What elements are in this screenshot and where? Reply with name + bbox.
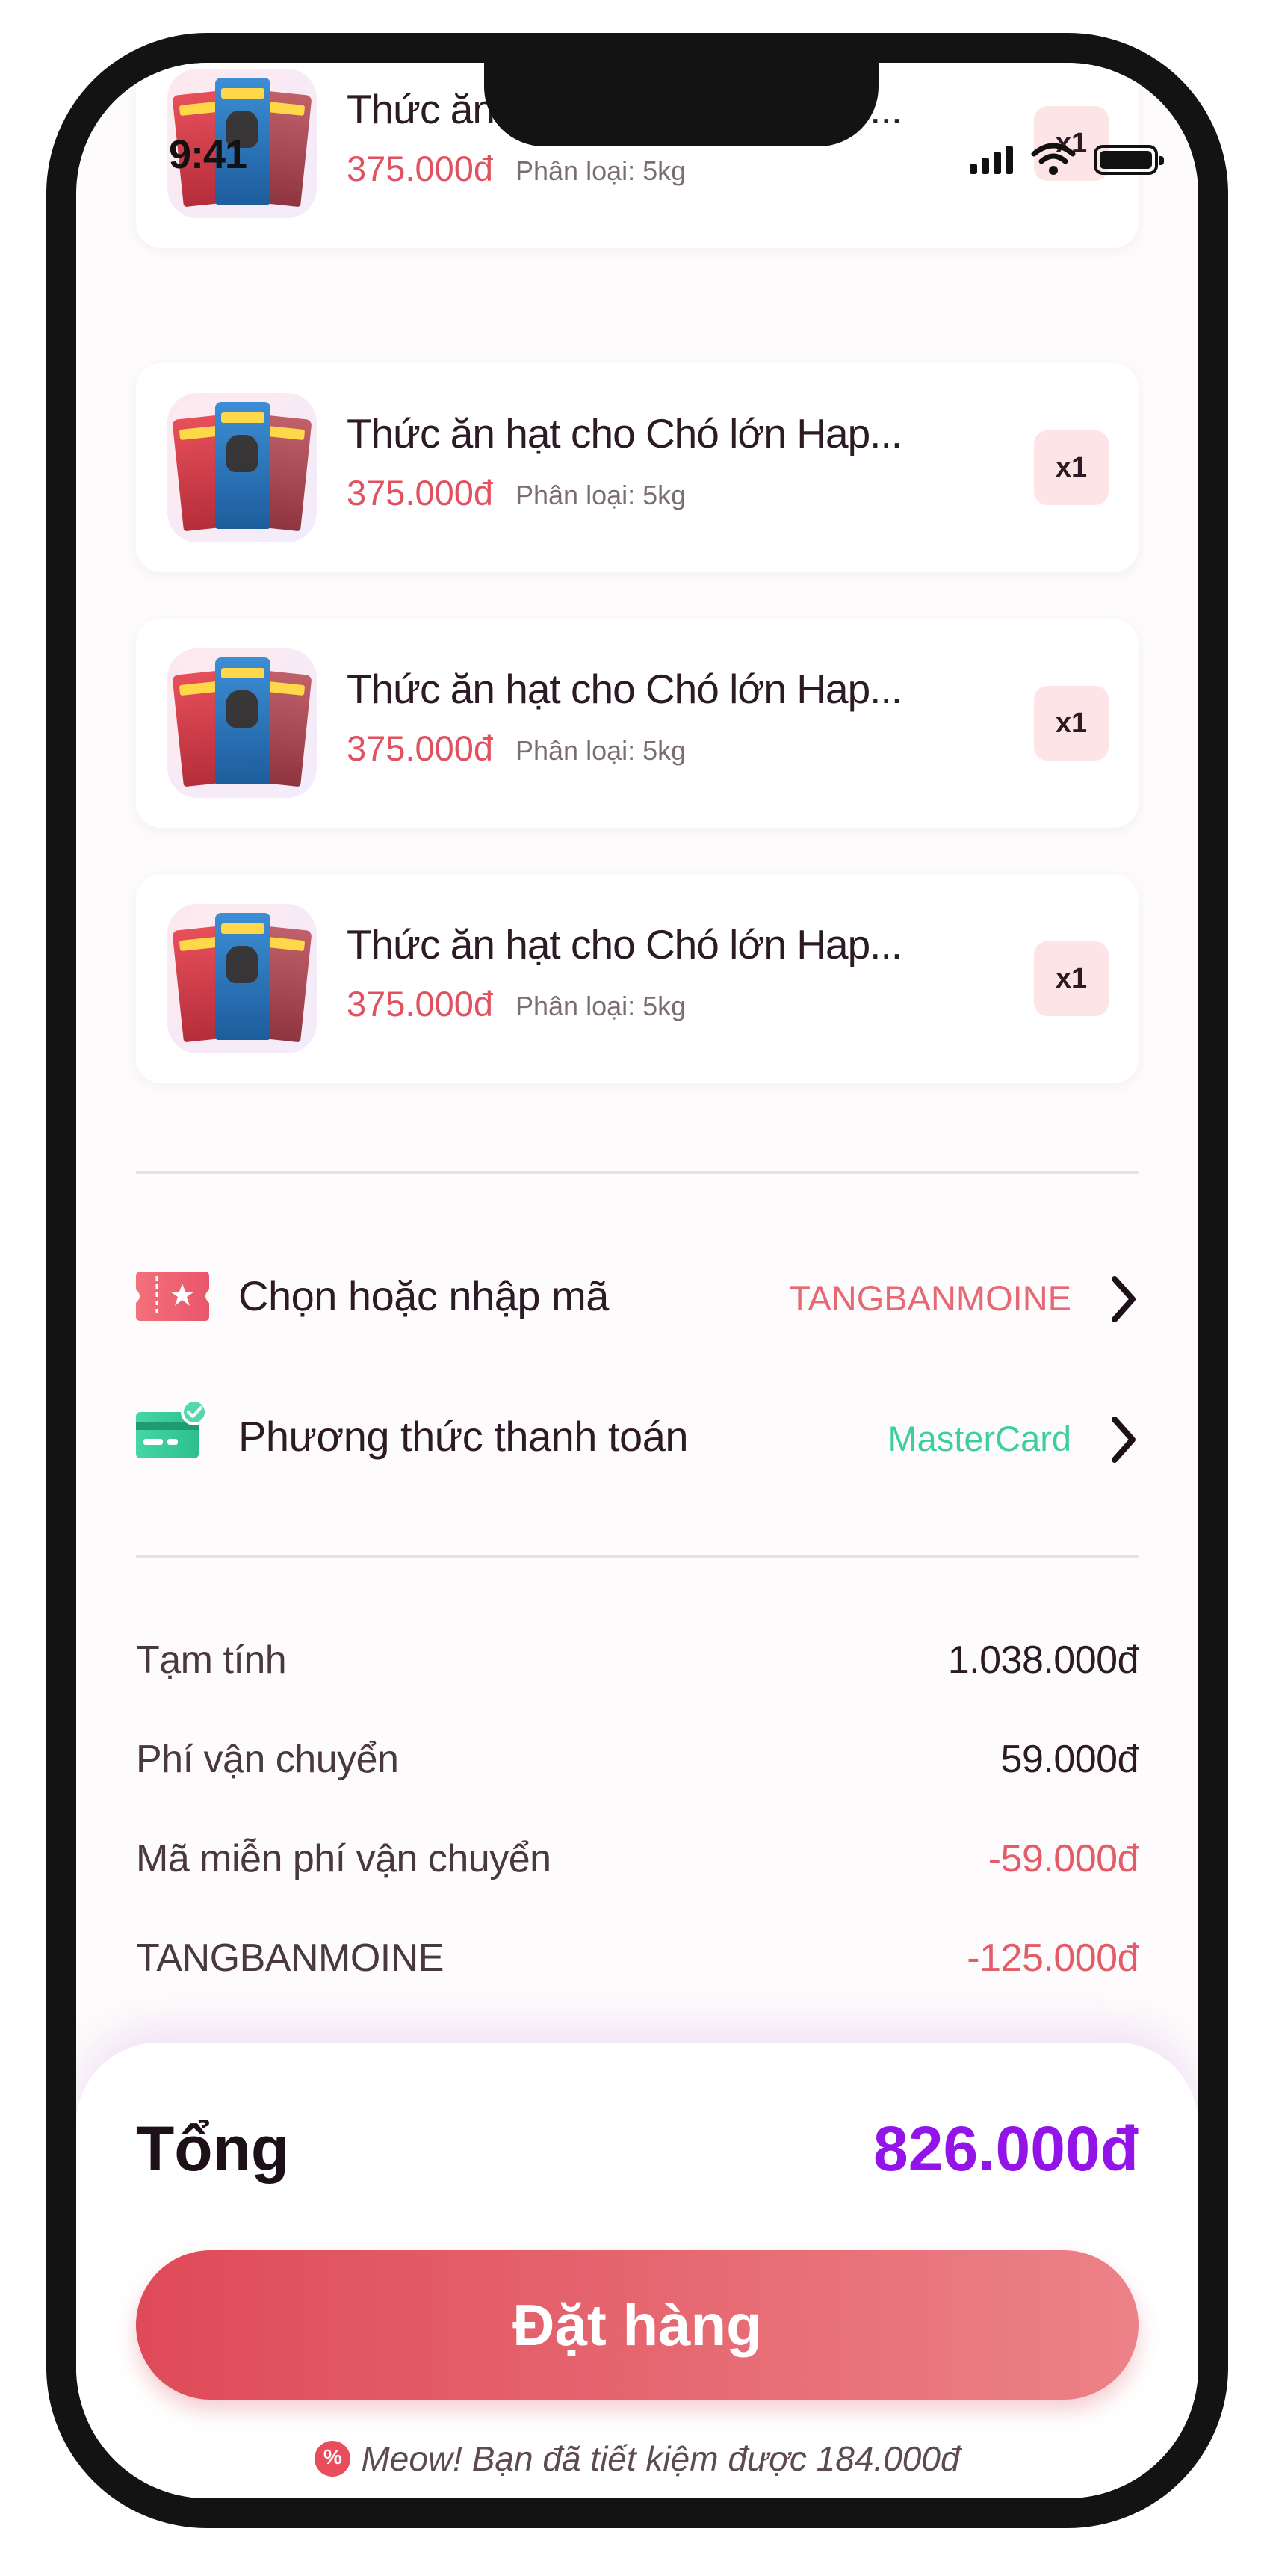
cart-item[interactable]: Thức ăn hạt cho Chó lớn Hap... 375.000đ …: [136, 363, 1139, 572]
product-name: Thức ăn hạt cho Chó lớn Hap...: [347, 921, 902, 967]
phone-frame: 9:41 Thức ăn hạt cho Chó lớn Hap... 375.…: [46, 33, 1228, 2528]
shipping-fee-value: 59.000đ: [1000, 1738, 1139, 1781]
signal-icon: [970, 146, 1013, 174]
quantity-badge[interactable]: x1: [1034, 941, 1109, 1016]
promo-code-value: -125.000đ: [967, 1936, 1139, 1980]
free-shipping-label: Mã miễn phí vận chuyển: [136, 1837, 551, 1880]
product-price: 375.000đ: [347, 149, 494, 188]
payment-method-label: Phương thức thanh toán: [238, 1413, 689, 1460]
cart-item[interactable]: Thức ăn hạt cho Chó lớn Hap... 375.000đ …: [136, 874, 1139, 1083]
product-variant: Phân loại: 5kg: [515, 155, 687, 186]
shipping-fee-row: Phí vận chuyển 59.000đ: [136, 1737, 1139, 1789]
free-shipping-value: -59.000đ: [988, 1837, 1139, 1880]
promo-code-label: TANGBANMOINE: [136, 1936, 444, 1980]
voucher-value: TANGBANMOINE: [789, 1278, 1071, 1318]
subtotal-value: 1.038.000đ: [947, 1638, 1139, 1682]
notch: [484, 63, 879, 146]
shipping-fee-label: Phí vận chuyển: [136, 1738, 399, 1781]
subtotal-row: Tạm tính 1.038.000đ: [136, 1638, 1139, 1690]
product-price: 375.000đ: [347, 984, 494, 1024]
total-value: 826.000đ: [873, 2114, 1139, 2184]
chevron-right-icon: [1112, 1417, 1136, 1463]
product-name: Thức ăn hạt cho Chó lớn Hap...: [347, 410, 902, 456]
total-label: Tổng: [136, 2114, 290, 2184]
promo-code-row: TANGBANMOINE -125.000đ: [136, 1936, 1139, 1988]
battery-icon: [1094, 145, 1164, 175]
quantity-badge[interactable]: x1: [1034, 430, 1109, 505]
voucher-row[interactable]: Chọn hoặc nhập mã TANGBANMOINE: [136, 1258, 1139, 1333]
subtotal-label: Tạm tính: [136, 1638, 287, 1682]
product-image: [167, 904, 317, 1053]
payment-method-value: MasterCard: [888, 1419, 1071, 1458]
product-price: 375.000đ: [347, 473, 494, 513]
chevron-right-icon: [1112, 1276, 1136, 1322]
free-shipping-row: Mã miễn phí vận chuyển -59.000đ: [136, 1836, 1139, 1889]
place-order-button[interactable]: Đặt hàng: [136, 2250, 1139, 2400]
savings-note: Meow! Bạn đã tiết kiệm được 184.000đ: [76, 2439, 1198, 2479]
voucher-label: Chọn hoặc nhập mã: [238, 1272, 609, 1319]
product-variant: Phân loại: 5kg: [515, 480, 687, 510]
status-icons: [970, 143, 1164, 176]
savings-text: Meow! Bạn đã tiết kiệm được 184.000đ: [361, 2439, 960, 2478]
card-icon: [136, 1399, 208, 1458]
divider: [136, 1555, 1139, 1558]
payment-method-row[interactable]: Phương thức thanh toán MasterCard: [136, 1399, 1139, 1473]
checkout-sheet: Tổng 826.000đ Đặt hàng Meow! Bạn đã tiết…: [76, 2043, 1198, 2498]
quantity-badge[interactable]: x1: [1034, 686, 1109, 761]
divider: [136, 1171, 1139, 1174]
product-price: 375.000đ: [347, 728, 494, 768]
checkout-screen: 9:41 Thức ăn hạt cho Chó lớn Hap... 375.…: [76, 63, 1198, 2498]
product-image: [167, 393, 317, 542]
product-variant: Phân loại: 5kg: [515, 735, 687, 766]
product-image: [167, 648, 317, 798]
product-name: Thức ăn hạt cho Chó lớn Hap...: [347, 666, 902, 712]
wifi-icon: [1031, 143, 1076, 175]
product-variant: Phân loại: 5kg: [515, 991, 687, 1021]
status-time: 9:41: [169, 132, 247, 177]
cart-item[interactable]: Thức ăn hạt cho Chó lớn Hap... 375.000đ …: [136, 619, 1139, 828]
ticket-icon: [136, 1272, 209, 1321]
discount-icon: [315, 2441, 351, 2477]
